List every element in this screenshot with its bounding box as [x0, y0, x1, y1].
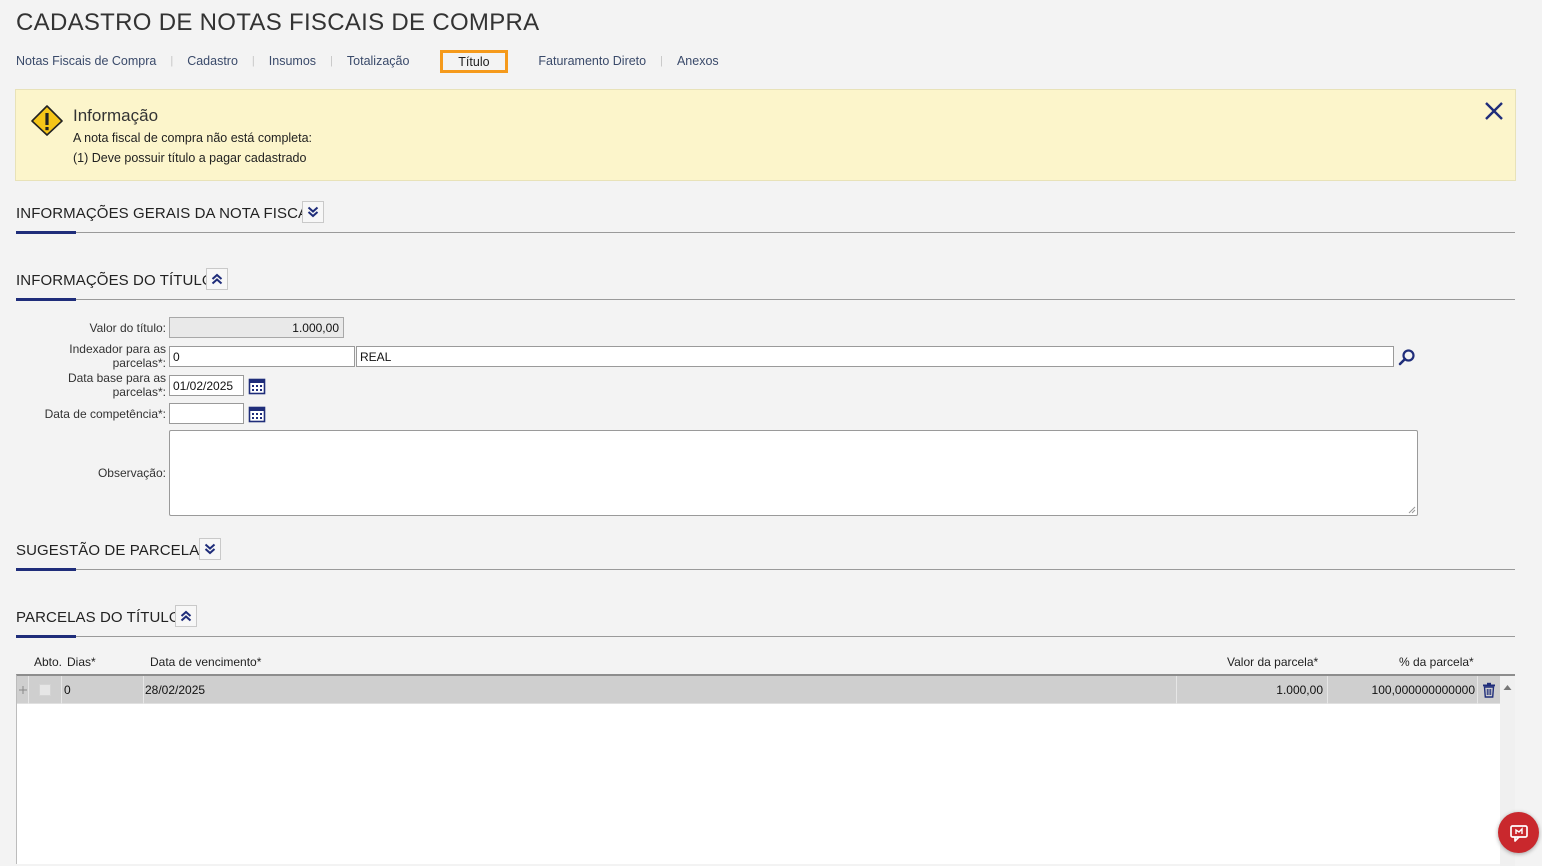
section-accent — [16, 231, 76, 234]
tab-insumos[interactable]: Insumos — [269, 54, 316, 68]
column-header-percentual[interactable]: % da parcela* — [1399, 655, 1474, 669]
tab-separator: | — [660, 55, 663, 67]
move-handle-icon — [18, 686, 27, 694]
data-base-label-line2: parcelas*: — [112, 385, 166, 399]
tab-separator: | — [170, 55, 174, 67]
tab-separator: | — [251, 55, 255, 67]
section-suggestion: SUGESTÃO DE PARCELAS — [16, 538, 1515, 571]
indexador-label-line1: Indexador para as — [69, 342, 166, 356]
table-row[interactable]: 0 28/02/2025 1.000,00 100,000000000000 — [17, 676, 1500, 704]
column-header-abto[interactable]: Abto. — [34, 655, 62, 669]
data-base-label-line1: Data base para as — [67, 371, 166, 385]
delete-button[interactable] — [1478, 676, 1500, 704]
data-competencia-calendar-button[interactable] — [247, 404, 267, 424]
resize-grip-icon[interactable] — [1408, 506, 1416, 514]
section-general-info: INFORMAÇÕES GERAIS DA NOTA FISCAL — [16, 201, 1515, 234]
section-title: INFORMAÇÕES GERAIS DA NOTA FISCAL — [16, 205, 317, 222]
search-icon — [1398, 349, 1415, 366]
valor-cell[interactable]: 1.000,00 — [1177, 676, 1328, 704]
section-accent — [16, 298, 76, 301]
chevron-double-up-icon — [211, 273, 223, 285]
data-base-label: Data base para as parcelas*: — [40, 371, 166, 399]
section-title: SUGESTÃO DE PARCELAS — [16, 542, 210, 559]
info-alert: Informação A nota fiscal de compra não e… — [15, 89, 1516, 181]
row-handle[interactable] — [17, 676, 29, 704]
search-button[interactable] — [1397, 347, 1417, 367]
trash-icon — [1483, 682, 1495, 698]
chat-icon — [1509, 824, 1528, 842]
alert-message: (1) Deve possuir título a pagar cadastra… — [73, 151, 307, 165]
valor-titulo-field: 1.000,00 — [169, 317, 344, 338]
data-competencia-label: Data de competência*: — [44, 407, 166, 421]
data-base-input[interactable]: 01/02/2025 — [169, 375, 244, 396]
section-installments: PARCELAS DO TÍTULO — [16, 605, 1515, 638]
valor-titulo-label: Valor do título: — [89, 321, 167, 335]
tab-bar: Notas Fiscais de Compra | Cadastro | Ins… — [16, 49, 719, 73]
indexador-description-field[interactable]: REAL — [356, 346, 1394, 367]
tab-notas-fiscais-de-compra[interactable]: Notas Fiscais de Compra — [16, 54, 156, 68]
alert-title: Informação — [73, 106, 159, 125]
calendar-icon — [248, 378, 266, 395]
column-header-vencimento[interactable]: Data de vencimento* — [150, 655, 261, 669]
tab-titulo[interactable]: Título — [440, 49, 508, 73]
tab-anexos[interactable]: Anexos — [677, 54, 719, 68]
scroll-up-icon[interactable] — [1500, 680, 1515, 694]
section-accent — [16, 635, 76, 638]
observacao-label: Observação: — [97, 466, 166, 480]
collapse-button[interactable] — [206, 268, 228, 290]
data-base-calendar-button[interactable] — [247, 376, 267, 396]
close-icon[interactable] — [1483, 100, 1505, 122]
grid-header: Abto. Dias* Data de vencimento* Valor da… — [16, 654, 1515, 674]
chevron-double-down-icon — [204, 543, 216, 555]
vencimento-cell[interactable]: 28/02/2025 — [144, 676, 1177, 704]
chevron-double-up-icon — [180, 610, 192, 622]
column-header-dias[interactable]: Dias* — [67, 655, 96, 669]
observacao-textarea[interactable] — [169, 430, 1418, 516]
percentual-cell[interactable]: 100,000000000000 — [1328, 676, 1478, 704]
section-title: PARCELAS DO TÍTULO — [16, 609, 181, 626]
tab-separator: | — [330, 55, 333, 67]
calendar-icon — [248, 406, 266, 423]
page-title: CADASTRO DE NOTAS FISCAIS DE COMPRA — [16, 9, 540, 36]
tab-faturamento-direto[interactable]: Faturamento Direto — [538, 54, 646, 68]
expand-button[interactable] — [302, 201, 324, 223]
expand-button[interactable] — [199, 538, 221, 560]
data-competencia-input[interactable] — [169, 403, 244, 424]
section-accent — [16, 568, 76, 571]
warning-icon — [31, 105, 63, 136]
tab-cadastro[interactable]: Cadastro — [187, 54, 238, 68]
dias-cell[interactable]: 0 — [62, 676, 144, 704]
collapse-button[interactable] — [175, 605, 197, 627]
abto-checkbox[interactable] — [39, 683, 51, 696]
indexador-code-input[interactable]: 0 — [169, 346, 355, 367]
section-title-info: INFORMAÇÕES DO TÍTULO — [16, 268, 1515, 301]
indexador-label-line2: parcelas*: — [112, 356, 166, 370]
tab-totalizacao[interactable]: Totalização — [347, 54, 410, 68]
indexador-label: Indexador para as parcelas*: — [40, 342, 166, 370]
alert-message: A nota fiscal de compra não está complet… — [73, 131, 313, 145]
section-title: INFORMAÇÕES DO TÍTULO — [16, 272, 214, 289]
column-header-valor[interactable]: Valor da parcela* — [1227, 655, 1318, 669]
abto-cell — [29, 676, 62, 704]
installments-grid: 0 28/02/2025 1.000,00 100,000000000000 — [16, 674, 1515, 866]
chevron-double-down-icon — [307, 206, 319, 218]
feedback-chat-button[interactable] — [1498, 812, 1539, 853]
